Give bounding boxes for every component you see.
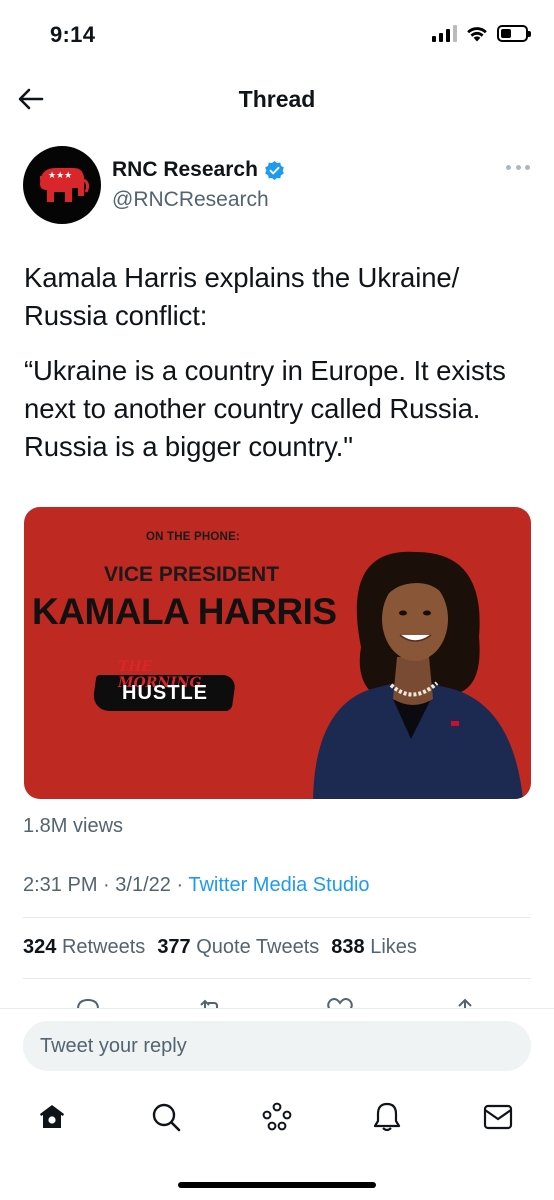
likes-stat[interactable]: 838 Likes (331, 936, 417, 959)
tweet-author: ★★★ RNC Research @RNCResearch (23, 146, 533, 226)
tweet-date: 3/1/22 (115, 874, 171, 896)
speaker-portrait (313, 551, 523, 799)
search-icon (152, 1103, 181, 1132)
media-headline: KAMALA HARRIS (32, 591, 337, 632)
nav-search[interactable] (146, 1097, 186, 1137)
home-icon (40, 1105, 64, 1128)
spaces-icon (262, 1102, 292, 1131)
tweet-meta: 2:31 PM · 3/1/22 · Twitter Media Studio (23, 874, 370, 897)
bottom-nav (0, 1097, 554, 1139)
notifications-icon (373, 1102, 401, 1132)
view-count: 1.8M views (23, 815, 124, 837)
meta-separator: · (103, 874, 110, 896)
status-bar: 9:14 (0, 0, 554, 70)
nav-messages[interactable] (478, 1097, 518, 1137)
media-subtitle: ON THE PHONE: (146, 531, 240, 543)
divider (23, 978, 531, 979)
svg-text:★★★: ★★★ (48, 171, 72, 181)
tweet-actions (0, 994, 554, 1008)
reply-input[interactable]: Tweet your reply (23, 1021, 531, 1071)
quote-tweets-stat[interactable]: 377 Quote Tweets (157, 936, 319, 959)
status-icons (432, 24, 531, 42)
tweet-text-line: “Ukraine is a country in Europe. It exis… (24, 355, 506, 462)
author-handle[interactable]: @RNCResearch (112, 188, 269, 212)
nav-spaces[interactable] (257, 1097, 297, 1137)
quote-tweets-count: 377 (157, 936, 191, 958)
tweet-media-video[interactable]: ON THE PHONE: VICE PRESIDENT KAMALA HARR… (24, 507, 531, 799)
status-time: 9:14 (50, 22, 96, 47)
more-dot-icon (525, 164, 530, 170)
nav-home[interactable] (32, 1097, 72, 1137)
tweet-text-line: Kamala Harris explains the Ukraine/ Russ… (24, 262, 460, 331)
more-dot-icon (515, 164, 521, 170)
tweet-source-link[interactable]: Twitter Media Studio (188, 874, 369, 896)
meta-separator: · (176, 874, 184, 896)
page-title: Thread (238, 86, 316, 112)
more-dot-icon (506, 164, 511, 170)
retweets-label: Retweets (61, 936, 146, 958)
verified-badge-icon (265, 160, 284, 180)
share-icon[interactable] (451, 996, 479, 1008)
show-logo-bottom: HUSTLE (122, 682, 208, 704)
retweets-stat[interactable]: 324 Retweets (23, 936, 145, 959)
tweet-text: Kamala Harris explains the Ukraine/ Russ… (24, 259, 539, 466)
likes-count: 838 (331, 936, 365, 958)
reply-icon[interactable] (74, 996, 102, 1008)
tweet-time: 2:31 PM (23, 874, 98, 896)
signal-icon (432, 24, 457, 42)
tweet-stats: 324 Retweets 377 Quote Tweets 838 Likes (23, 936, 417, 959)
quote-tweets-label: Quote Tweets (196, 936, 320, 958)
author-name-row: RNC Research (112, 158, 285, 182)
wifi-icon (467, 26, 487, 41)
messages-icon (483, 1104, 513, 1130)
home-indicator (178, 1182, 376, 1188)
battery-icon (497, 24, 531, 42)
thread-header: Thread (0, 74, 554, 124)
like-icon[interactable] (326, 996, 354, 1008)
rnc-elephant-icon: ★★★ (40, 168, 90, 202)
media-kicker: VICE PRESIDENT (104, 563, 280, 586)
author-name[interactable]: RNC Research (112, 158, 258, 182)
retweet-icon[interactable] (197, 996, 225, 1008)
divider (23, 917, 531, 918)
likes-label: Likes (370, 936, 417, 958)
retweets-count: 324 (23, 936, 57, 958)
more-options-button[interactable] (506, 160, 530, 174)
avatar[interactable]: ★★★ (23, 146, 101, 224)
nav-notifications[interactable] (367, 1097, 407, 1137)
show-logo: THE MORNING HUSTLE (91, 659, 240, 715)
